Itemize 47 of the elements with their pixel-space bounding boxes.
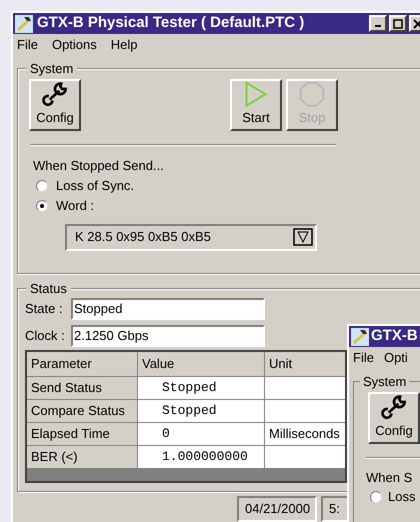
wrench-icon <box>40 81 70 108</box>
menu-item[interactable]: Help <box>110 35 138 55</box>
radio-label[interactable]: Loss <box>388 486 416 506</box>
radio-label[interactable]: Word : <box>56 196 94 216</box>
window-title: GTX-B <box>371 326 418 346</box>
menu-item[interactable]: File <box>353 348 374 368</box>
table-cell: Stopped <box>138 400 264 422</box>
wrench-icon <box>379 394 409 420</box>
word-dropdown[interactable]: K 28.5 0x95 0xB5 0xB5 <box>65 224 317 250</box>
minimize-button[interactable] <box>369 15 387 32</box>
row-header: Send Status <box>27 377 137 399</box>
app-icon <box>15 14 33 32</box>
config-button[interactable]: Config <box>368 392 420 444</box>
table-cell: Milliseconds <box>265 423 345 445</box>
readout-field: 2.1250 Gbps <box>71 325 265 347</box>
row-header: Compare Status <box>27 400 137 422</box>
radio-button[interactable] <box>36 200 48 212</box>
field-label: Clock : <box>24 327 66 346</box>
radio-button[interactable] <box>370 490 382 502</box>
menu-item[interactable]: Options <box>52 35 97 55</box>
config-button[interactable]: Config <box>29 79 81 131</box>
menu-item[interactable]: File <box>17 35 38 55</box>
start-button[interactable]: Start <box>230 79 282 131</box>
close-icon <box>413 18 420 28</box>
play-icon <box>243 81 269 108</box>
status-bar-panel: 04/21/2000 <box>237 496 317 522</box>
minimize-icon <box>375 25 381 27</box>
prompt-label: When S <box>366 469 412 487</box>
column-header[interactable]: Value <box>138 352 264 376</box>
radio-label[interactable]: Loss of Sync. <box>56 176 134 196</box>
window-title: GTX-B Physical Tester ( Default.PTC ) <box>37 13 304 34</box>
radio-button[interactable] <box>36 180 48 192</box>
field-label: State : <box>24 300 64 318</box>
column-header[interactable]: Parameter <box>27 352 137 376</box>
prompt-label: When Stopped Send... <box>33 157 164 175</box>
readout-field: Stopped <box>71 298 265 320</box>
row-header: Elapsed Time <box>27 423 137 445</box>
maximize-icon <box>393 18 403 28</box>
menu-item[interactable]: Opti <box>384 348 408 368</box>
table-cell: Stopped <box>138 377 264 399</box>
maximize-button[interactable] <box>389 15 407 32</box>
table-cell: 1.000000000 <box>138 446 264 468</box>
row-header: BER (<) <box>27 446 137 468</box>
table-cell: 0 <box>138 423 264 445</box>
column-header[interactable]: Unit <box>265 352 345 376</box>
octagon-icon <box>298 81 326 108</box>
app-icon <box>351 328 369 346</box>
